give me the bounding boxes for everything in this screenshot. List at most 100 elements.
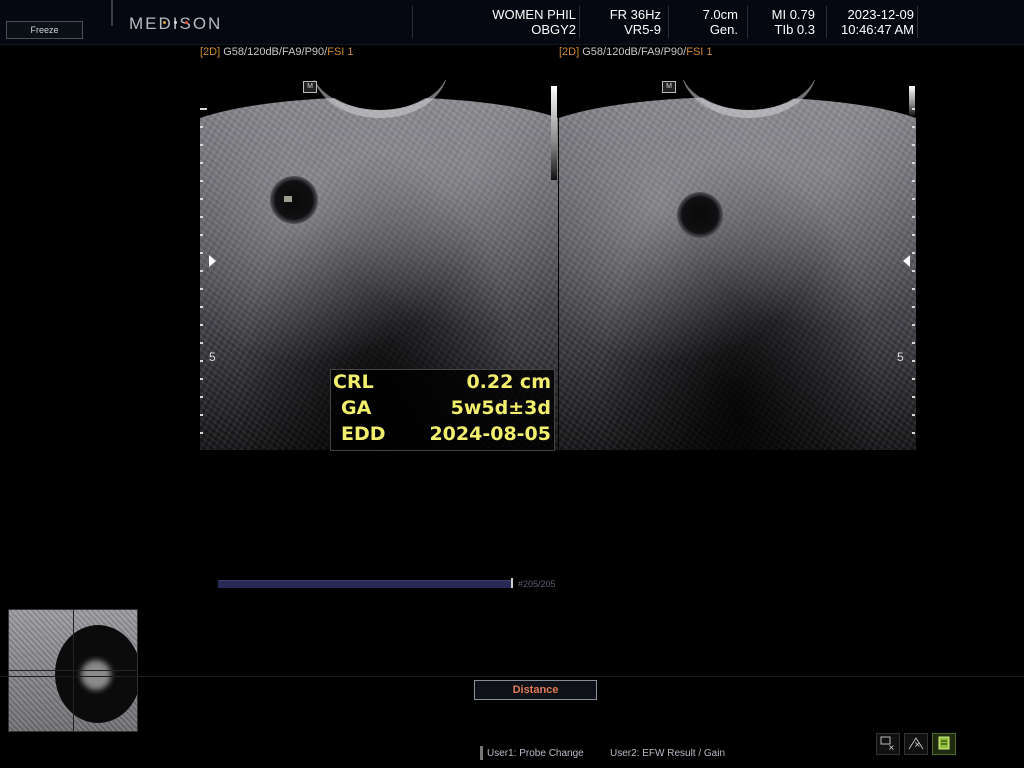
scale-tick — [912, 396, 915, 398]
scale-tick — [200, 234, 203, 236]
safety-info: MI 0.79 TIb 0.3 — [755, 7, 815, 37]
depth-info: 7.0cm Gen. — [680, 7, 738, 37]
scale-tick — [200, 378, 203, 380]
scale-tick — [912, 234, 915, 236]
ultrasound-image-right[interactable] — [559, 80, 916, 450]
thermal-index: TIb 0.3 — [774, 22, 815, 37]
depth-label: 5 — [897, 350, 904, 364]
scale-tick — [200, 414, 203, 416]
scale-tick — [912, 324, 915, 326]
cine-progress-bar[interactable] — [218, 580, 513, 588]
measurement-value: 2024-08-05 — [429, 423, 551, 445]
user2-key-label[interactable]: User2: EFW Result / Gain — [610, 748, 725, 759]
image-fsi: FSI 1 — [327, 46, 354, 58]
report-icon[interactable] — [932, 733, 956, 755]
scale-tick — [912, 360, 915, 362]
cine-position-marker[interactable] — [511, 578, 513, 588]
scale-tick — [912, 432, 915, 434]
depth-label: 5 — [209, 350, 216, 364]
scan-sector — [559, 80, 916, 450]
scale-tick — [912, 198, 915, 200]
scale-tick — [200, 144, 203, 146]
probe-orientation-icon: M — [662, 81, 676, 93]
scale-tick — [200, 432, 203, 434]
probe-orientation-icon: M — [303, 81, 317, 93]
depth-value: 7.0cm — [702, 7, 738, 22]
user1-key-label[interactable]: User1: Probe Change — [487, 748, 584, 759]
measurement-result-box: CRL 0.22 cm GA 5w5d±3d EDD 2024-08-05 — [330, 369, 555, 451]
scale-tick — [912, 288, 915, 290]
zoom-thumbnail[interactable] — [8, 609, 138, 732]
gestational-sac — [270, 176, 318, 224]
scale-tick — [912, 180, 915, 182]
divider — [579, 6, 580, 38]
scale-tick — [912, 126, 915, 128]
gestational-sac — [677, 192, 723, 238]
grayscale-bar — [551, 86, 557, 180]
scale-tick — [200, 108, 207, 110]
scale-tick — [200, 126, 203, 128]
scale-tick — [200, 306, 203, 308]
image-fsi: FSI 1 — [686, 46, 713, 58]
cine-frame-counter: #205/205 — [518, 579, 556, 589]
scale-tick — [200, 270, 203, 272]
logo-dot — [163, 21, 166, 24]
divider — [0, 44, 1024, 45]
frame-rate: FR 36Hz — [609, 7, 661, 22]
freeze-button[interactable]: Freeze — [6, 21, 83, 39]
focus-marker-icon — [209, 255, 216, 267]
image-mode: [2D] — [559, 46, 580, 58]
cine-progress-fill — [218, 581, 513, 588]
probe-name: VR5-9 — [624, 22, 661, 37]
preset-name: OBGY2 — [531, 22, 576, 37]
measure-cross-icon[interactable]: × — [876, 733, 900, 755]
divider — [917, 6, 918, 38]
scale-tick — [912, 306, 915, 308]
crosshair-vertical — [73, 610, 74, 731]
scale-tick — [200, 360, 203, 362]
svg-text:×: × — [914, 740, 921, 749]
patient-name: WOMEN PHIL — [492, 7, 576, 22]
scale-tick — [912, 378, 915, 380]
divider — [826, 6, 827, 38]
divider — [747, 6, 748, 38]
scale-tick — [200, 342, 203, 344]
scale-tick — [912, 252, 915, 254]
distance-tool-button[interactable]: Distance — [474, 680, 597, 700]
scale-tick — [912, 414, 915, 416]
caliper-marker — [284, 196, 292, 202]
image-header-right: [2D] G58/120dB/FA9/P90/FSI 1 — [559, 46, 713, 58]
scale-tick — [912, 162, 915, 164]
medison-logo: MEDISON — [129, 14, 222, 34]
mechanical-index: MI 0.79 — [771, 7, 815, 22]
measurement-key: EDD — [341, 423, 386, 445]
measurement-row-crl: CRL 0.22 cm — [331, 371, 554, 397]
measurement-value: 0.22 cm — [466, 371, 551, 393]
frame-info: FR 36Hz VR5-9 — [590, 7, 661, 37]
freq-mode: Gen. — [709, 22, 738, 37]
measurement-value: 5w5d±3d — [450, 397, 551, 419]
divider — [668, 6, 669, 38]
measure-angle-icon[interactable]: × — [904, 733, 928, 755]
date: 2023-12-09 — [847, 7, 915, 22]
depth-scale-right — [912, 108, 918, 448]
logo-dots — [163, 11, 213, 24]
scale-tick — [200, 216, 203, 218]
scale-tick — [200, 396, 203, 398]
scale-tick — [912, 342, 915, 344]
scale-tick — [200, 162, 203, 164]
measurement-row-ga: GA 5w5d±3d — [331, 397, 554, 423]
scale-tick — [912, 108, 915, 110]
image-header-left: [2D] G58/120dB/FA9/P90/FSI 1 — [200, 46, 354, 58]
scale-tick — [200, 180, 203, 182]
patient-info: WOMEN PHIL OBGY2 — [480, 7, 576, 37]
image-params: G58/120dB/FA9/P90/ — [579, 46, 687, 58]
divider — [412, 6, 413, 38]
scale-tick — [912, 144, 915, 146]
scale-tick — [200, 252, 203, 254]
measurement-key: GA — [341, 397, 372, 419]
measurement-key: CRL — [333, 371, 374, 393]
embryo — [81, 660, 111, 690]
logo-dot — [174, 21, 177, 24]
focus-marker-icon — [903, 255, 910, 267]
